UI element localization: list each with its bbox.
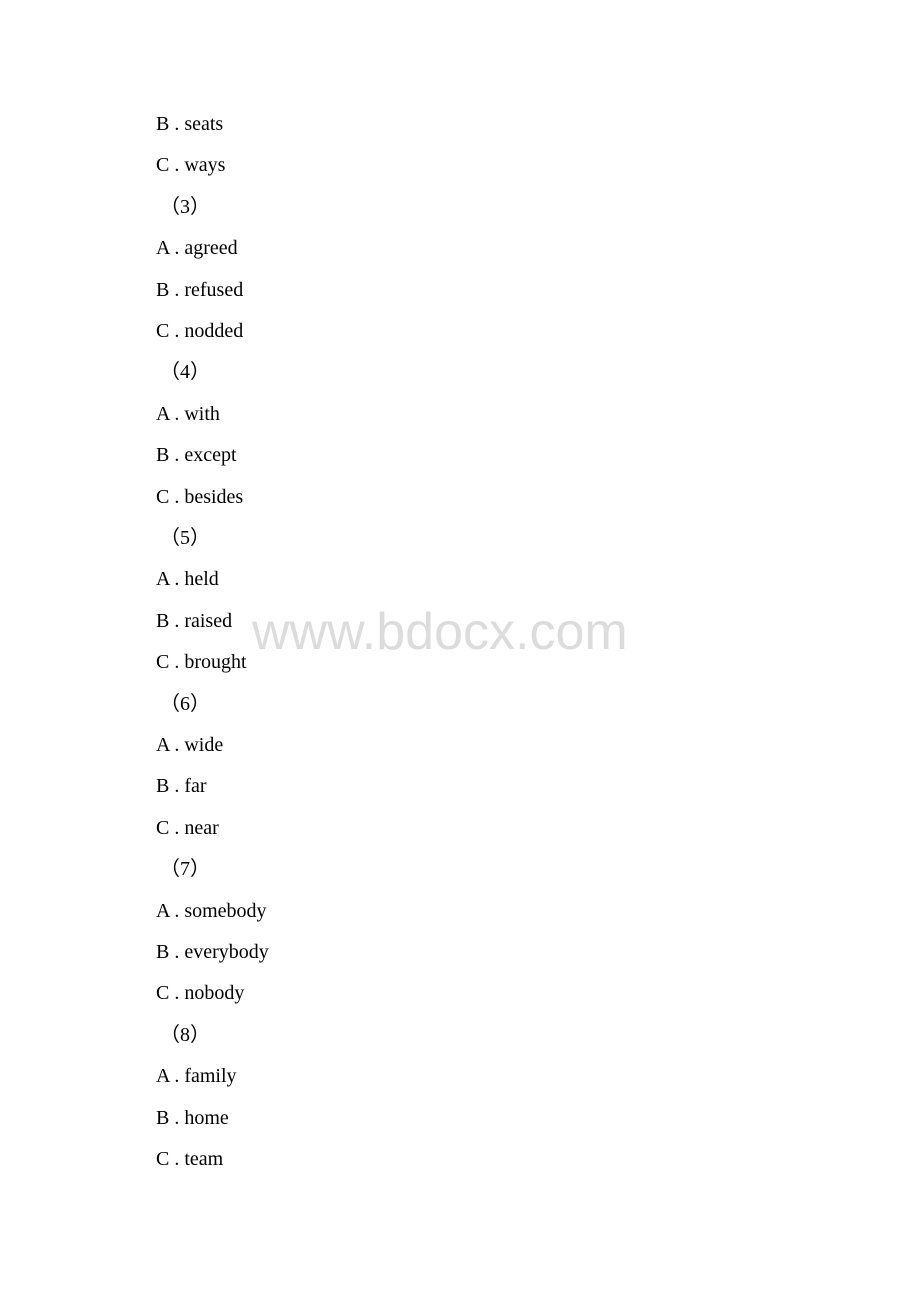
answer-option: C . brought	[156, 651, 247, 673]
answer-option: B . everybody	[156, 941, 269, 963]
answer-option: A . family	[156, 1065, 237, 1087]
question-number: （5）	[160, 527, 210, 549]
answer-option: A . held	[156, 568, 219, 590]
answer-option: A . with	[156, 403, 220, 425]
answer-option: A . agreed	[156, 237, 238, 259]
answer-option: B . refused	[156, 279, 244, 301]
answer-option: B . home	[156, 1107, 229, 1129]
question-number: （3）	[160, 196, 210, 218]
answer-option: C . ways	[156, 154, 226, 176]
answer-option: B . raised	[156, 610, 233, 632]
question-number: （4）	[160, 361, 210, 383]
answer-option: A . somebody	[156, 900, 267, 922]
answer-option: C . nodded	[156, 320, 244, 342]
answer-option: C . besides	[156, 486, 244, 508]
answer-option: A . wide	[156, 734, 224, 756]
answer-option: B . seats	[156, 113, 224, 135]
question-number: （7）	[160, 858, 210, 880]
answer-option: B . far	[156, 775, 207, 797]
watermark: www.bdocx.com	[252, 603, 628, 661]
answer-option: C . team	[156, 1148, 224, 1170]
answer-option: C . near	[156, 817, 219, 839]
answer-option: B . except	[156, 444, 237, 466]
answer-option: C . nobody	[156, 982, 245, 1004]
question-number: （6）	[160, 693, 210, 715]
question-number: （8）	[160, 1024, 210, 1046]
